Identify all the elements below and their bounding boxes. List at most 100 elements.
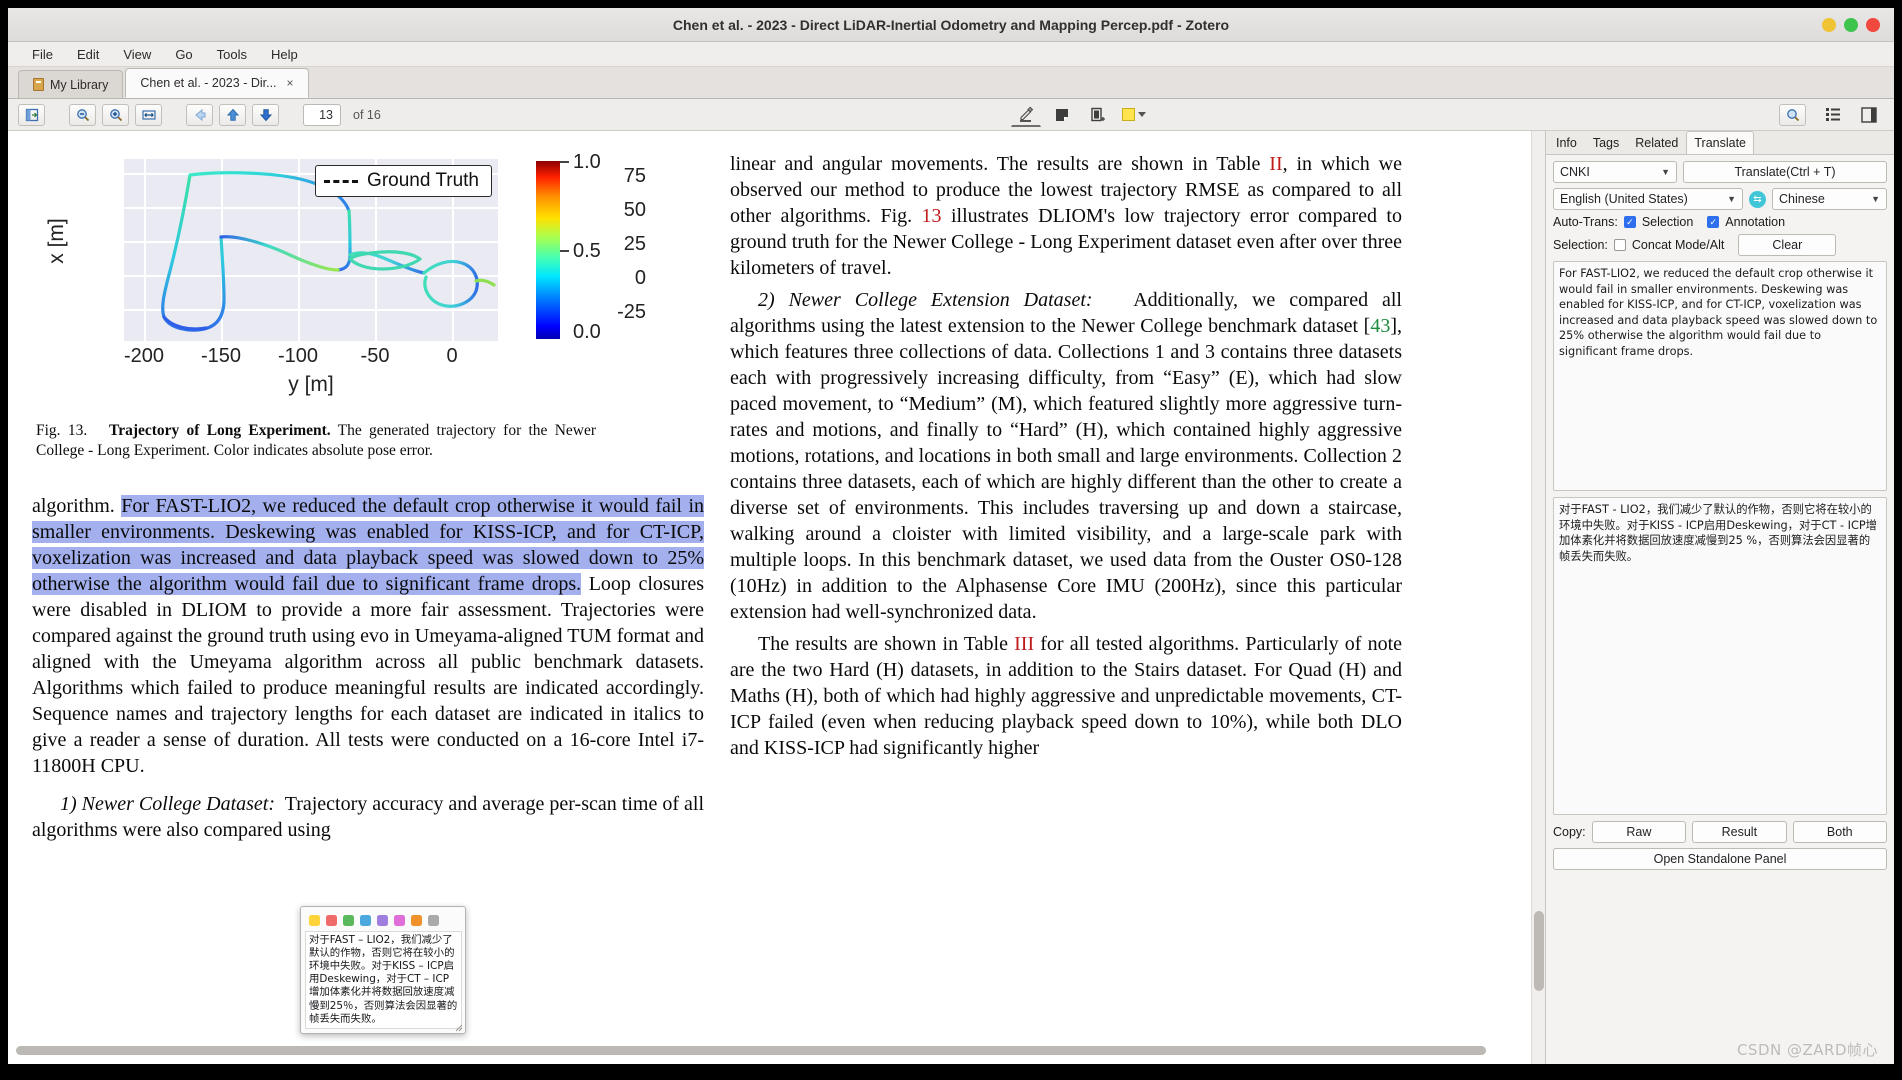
tab-translate[interactable]: Translate xyxy=(1686,131,1755,154)
copy-raw-button[interactable]: Raw xyxy=(1591,821,1687,843)
menu-help[interactable]: Help xyxy=(261,45,308,64)
tab-related[interactable]: Related xyxy=(1627,131,1686,154)
maximize-button[interactable] xyxy=(1844,18,1858,32)
copy-both-button[interactable]: Both xyxy=(1792,821,1888,843)
source-text-area[interactable]: For FAST-LIO2, we reduced the default cr… xyxy=(1553,261,1887,491)
page-up-button[interactable] xyxy=(219,103,246,126)
concat-mode-checkbox[interactable] xyxy=(1613,239,1626,251)
menu-view[interactable]: View xyxy=(113,45,161,64)
toggle-sidebar-button[interactable] xyxy=(18,103,45,126)
figure-caption-title: Trajectory of Long Experiment. xyxy=(109,422,331,439)
tab-close-icon[interactable]: × xyxy=(287,76,294,90)
menu-edit[interactable]: Edit xyxy=(67,45,109,64)
page-number-input[interactable]: 13 xyxy=(303,103,341,126)
legend-label: Ground Truth xyxy=(367,170,479,191)
menu-go[interactable]: Go xyxy=(165,45,202,64)
trajectory-chart: x [m] 75 50 25 0 -25 Ground Truth -200 -… xyxy=(45,151,646,421)
swatch-yellow[interactable] xyxy=(309,915,320,926)
figure-reference-link[interactable]: 13 xyxy=(922,205,942,227)
chart-x-tick: -200 xyxy=(123,345,165,367)
tab-tags[interactable]: Tags xyxy=(1585,131,1627,154)
copy-result-button[interactable]: Result xyxy=(1692,821,1787,843)
paragraph-algorithm[interactable]: algorithm. For FAST-LIO2, we reduced the… xyxy=(32,493,704,779)
pdf-page: x [m] 75 50 25 0 -25 Ground Truth -200 -… xyxy=(8,131,1531,1064)
result-text-area[interactable]: 对于FAST - LIO2，我们减少了默认的作物，否则它将在较小的环境中失败。对… xyxy=(1553,497,1887,815)
zoom-in-button[interactable] xyxy=(102,103,129,126)
resize-grip-icon[interactable] xyxy=(453,1022,463,1032)
swatch-magenta[interactable] xyxy=(394,915,405,926)
translate-button[interactable]: Translate(Ctrl + T) xyxy=(1683,161,1887,183)
translate-service-value: CNKI xyxy=(1560,165,1590,179)
paragraph-linear[interactable]: linear and angular movements. The result… xyxy=(730,151,1402,281)
paragraph-newer-college[interactable]: 1) Newer College Dataset: Trajectory acc… xyxy=(32,791,704,843)
swatch-orange[interactable] xyxy=(411,915,422,926)
chart-x-tick: -100 xyxy=(277,345,319,367)
navigate-back-button[interactable] xyxy=(186,103,213,126)
tab-document[interactable]: Chen et al. - 2023 - Dir... × xyxy=(125,68,309,98)
copy-row: Copy: Raw Result Both xyxy=(1553,821,1888,843)
page-down-button[interactable] xyxy=(252,103,279,126)
annotation-color-popup[interactable]: 对于FAST – LIO2，我们减少了默认的作物，否则它将在较小的环境中失败。对… xyxy=(300,906,466,1034)
swatch-purple[interactable] xyxy=(377,915,388,926)
popup-translation-text[interactable]: 对于FAST – LIO2，我们减少了默认的作物，否则它将在较小的环境中失败。对… xyxy=(305,931,462,1029)
tab-my-library-label: My Library xyxy=(50,77,109,92)
text-segment: linear and angular movements. The result… xyxy=(730,153,1270,175)
paragraph-results[interactable]: The results are shown in Table III for a… xyxy=(730,631,1402,761)
auto-trans-selection-checkbox[interactable]: ✓ xyxy=(1623,216,1636,228)
fit-width-button[interactable] xyxy=(135,103,162,126)
swap-languages-icon[interactable]: ⇆ xyxy=(1749,190,1766,208)
zoom-out-button[interactable] xyxy=(69,103,96,126)
chart-x-tick: 0 xyxy=(446,345,458,367)
add-note-button[interactable] xyxy=(1047,103,1077,127)
colorbar-tick-label: 0.5 xyxy=(573,240,601,262)
translate-panel: CNKI ▼ Translate(Ctrl + T) English (Unit… xyxy=(1546,155,1894,1064)
pdf-vertical-scrollbar[interactable] xyxy=(1531,131,1545,1064)
pdf-viewer[interactable]: x [m] 75 50 25 0 -25 Ground Truth -200 -… xyxy=(8,131,1546,1064)
tab-info[interactable]: Info xyxy=(1548,131,1585,154)
tab-my-library[interactable]: My Library xyxy=(18,70,124,98)
colorbar-tick-label: 1.0 xyxy=(573,151,601,173)
swatch-blue[interactable] xyxy=(360,915,371,926)
target-language-select[interactable]: Chinese ▼ xyxy=(1772,188,1887,210)
table-reference-link[interactable]: III xyxy=(1014,633,1034,655)
highlight-color-button[interactable] xyxy=(1119,103,1149,127)
item-pane-tabs: Info Tags Related Translate xyxy=(1546,131,1894,155)
swatch-green[interactable] xyxy=(343,915,354,926)
auto-trans-annotation-checkbox[interactable]: ✓ xyxy=(1707,216,1720,228)
legend-line-icon xyxy=(324,179,359,183)
auto-trans-label: Auto-Trans: xyxy=(1553,215,1618,229)
open-standalone-panel-button[interactable]: Open Standalone Panel xyxy=(1553,848,1887,870)
view-list-button[interactable] xyxy=(1818,103,1848,127)
chart-colorbar xyxy=(536,161,560,339)
section-heading-inline: 1) Newer College Dataset: xyxy=(60,793,276,815)
menu-tools[interactable]: Tools xyxy=(207,45,257,64)
close-button[interactable] xyxy=(1866,18,1880,32)
selection-row: Selection: Concat Mode/Alt Clear xyxy=(1553,234,1887,256)
pdf-scroll-thumb[interactable] xyxy=(1534,911,1544,991)
clear-button[interactable]: Clear xyxy=(1738,234,1837,256)
swatch-red[interactable] xyxy=(326,915,337,926)
text-segment: algorithm. xyxy=(32,495,122,517)
library-icon xyxy=(33,78,44,91)
language-row: English (United States) ▼ ⇆ Chinese ▼ xyxy=(1553,188,1887,210)
figure-caption-prefix: Fig. 13. xyxy=(36,422,88,439)
menu-file[interactable]: File xyxy=(22,45,63,64)
horizontal-scrollbar[interactable] xyxy=(16,1046,1894,1056)
swatch-gray[interactable] xyxy=(428,915,439,926)
chart-y-tick: 50 xyxy=(623,199,646,221)
toggle-right-panel-button[interactable] xyxy=(1854,103,1884,127)
auto-trans-annotation-label: Annotation xyxy=(1725,215,1786,229)
text-segment: ], which features three collections of d… xyxy=(730,315,1402,623)
paragraph-extension[interactable]: 2) Newer College Extension Dataset: Addi… xyxy=(730,287,1402,625)
highlight-tool-button[interactable] xyxy=(1010,103,1041,127)
table-reference-link[interactable]: II xyxy=(1269,153,1282,175)
minimize-button[interactable] xyxy=(1822,18,1836,32)
menu-bar: File Edit View Go Tools Help xyxy=(8,42,1894,67)
source-language-select[interactable]: English (United States) ▼ xyxy=(1553,188,1743,210)
select-area-button[interactable] xyxy=(1083,103,1113,127)
title-bar: Chen et al. - 2023 - Direct LiDAR-Inerti… xyxy=(8,8,1894,42)
horizontal-scroll-thumb[interactable] xyxy=(16,1046,1486,1055)
find-button[interactable] xyxy=(1779,103,1806,126)
citation-link[interactable]: 43 xyxy=(1370,315,1390,337)
translate-service-select[interactable]: CNKI ▼ xyxy=(1553,161,1677,183)
